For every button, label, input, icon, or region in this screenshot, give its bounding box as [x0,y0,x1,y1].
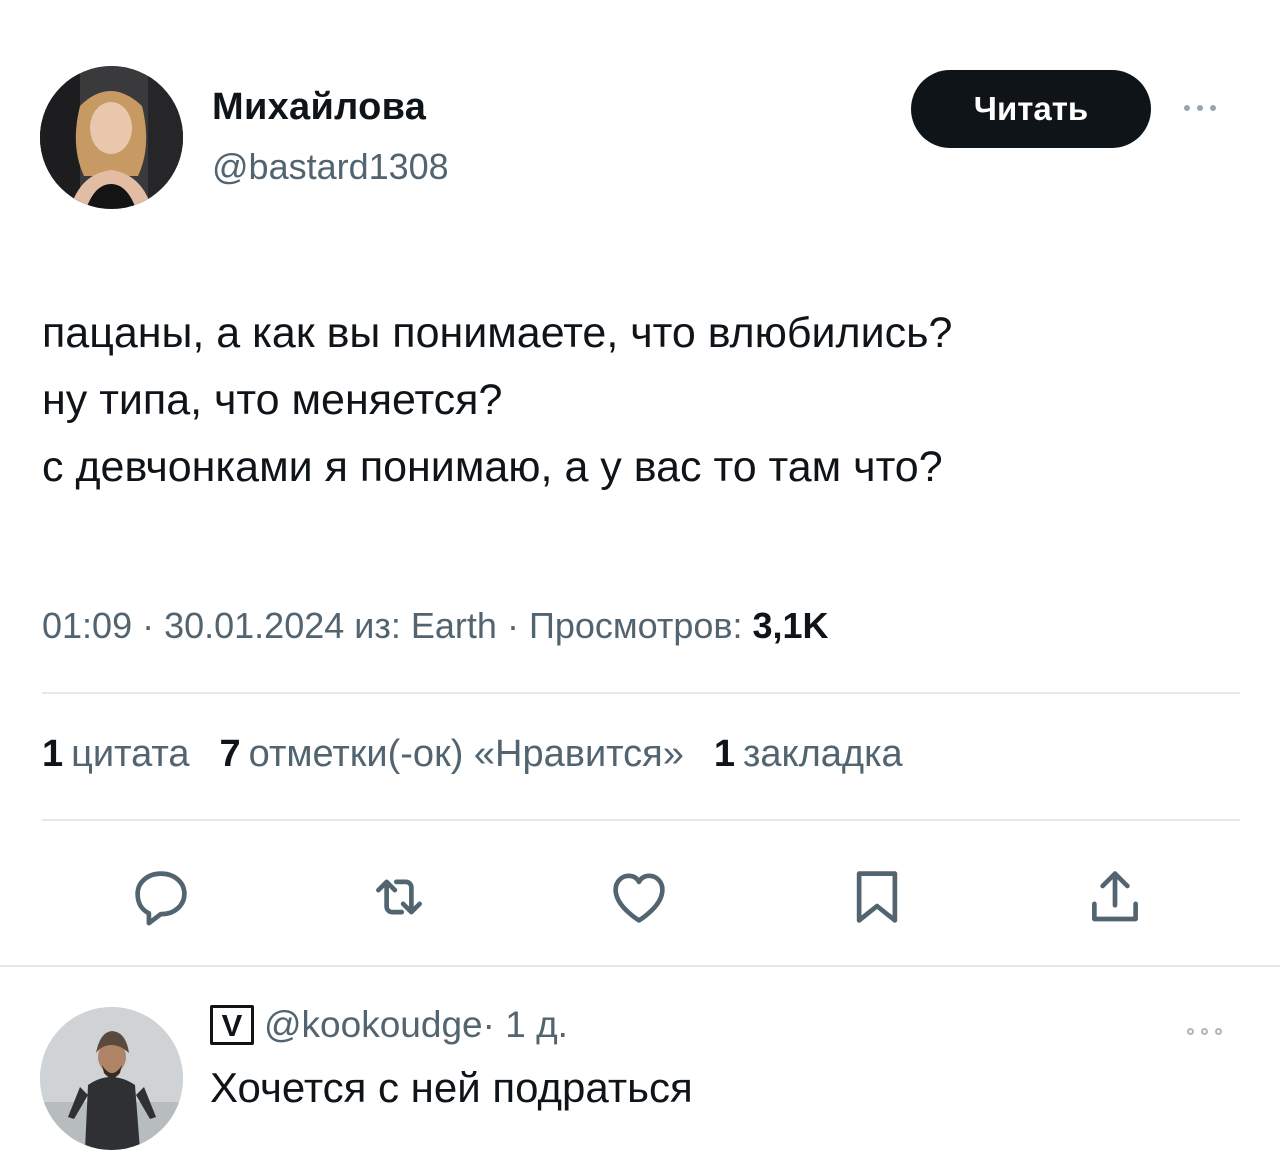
retweet-icon [376,879,422,915]
retweet-button[interactable] [364,862,434,932]
reply-text: Хочется с ней подраться [210,1064,693,1111]
reply-author-avatar[interactable] [40,1007,183,1150]
divider [0,965,1280,967]
author-display-name[interactable]: Михайлова [212,86,426,129]
tweet-date[interactable]: 30.01.2024 [164,605,344,646]
verified-badge-icon: V [210,1005,254,1045]
tweet-text-line: ну типа, что меняется? [42,376,503,424]
divider [42,692,1240,694]
reply-bubble-icon [135,871,187,926]
likes-label: отметки(-ок) «Нравится» [248,733,684,775]
reply-button[interactable] [126,862,196,932]
author-handle[interactable]: @bastard1308 [212,146,449,188]
likes-count: 7 [219,733,241,775]
tweet-stats: 1 цитата 7 отметки(-ок) «Нравится» 1 заклад… [42,733,903,776]
share-button[interactable] [1080,862,1150,932]
tweet-text: пацаны, а как вы понимаете, что влюбилис… [42,300,1242,501]
tweet-text-line: с девчонками я понимаю, а у вас то там ч… [42,443,943,491]
heart-icon [613,873,665,923]
tweet-time[interactable]: 01:09 [42,605,132,646]
bookmarks-count: 1 [713,733,735,775]
avatar-photo-icon [40,66,183,209]
reply-time[interactable]: · 1 д. [483,1004,568,1046]
reply-handle[interactable]: @kookoudge [264,1004,483,1046]
author-avatar[interactable] [40,66,183,209]
like-button[interactable] [604,862,674,932]
meta-separator: · [496,605,529,646]
tweet-page: Михайлова @bastard1308 Читать пацаны, а … [0,0,1280,1153]
reply-header: V @kookoudge · 1 д. [210,1004,568,1046]
share-icon [1092,871,1138,922]
bookmark-icon [856,871,898,923]
tweet-meta: 01:09 · 30.01.2024 из: Earth · Просмотро… [42,605,829,647]
divider [42,819,1240,821]
quotes-count: 1 [42,733,64,775]
quotes-stat[interactable]: 1 цитата [42,733,190,776]
meta-separator: · [132,605,165,646]
bookmarks-label: закладка [743,733,903,775]
bookmark-button[interactable] [842,862,912,932]
follow-button[interactable]: Читать [911,70,1151,148]
views-label: Просмотров: [528,605,753,646]
avatar-photo-icon [40,1007,183,1150]
tweet-source: из: Earth [344,605,497,646]
reply-more-options-icon[interactable] [1187,1024,1237,1038]
likes-stat[interactable]: 7 отметки(-ок) «Нравится» [220,733,684,776]
views-count: 3,1K [752,605,829,646]
more-options-icon[interactable] [1184,98,1234,118]
bookmarks-stat[interactable]: 1 закладка [714,733,903,776]
tweet-text-line: пацаны, а как вы понимаете, что влюбилис… [42,309,953,357]
quotes-label: цитата [71,733,190,775]
